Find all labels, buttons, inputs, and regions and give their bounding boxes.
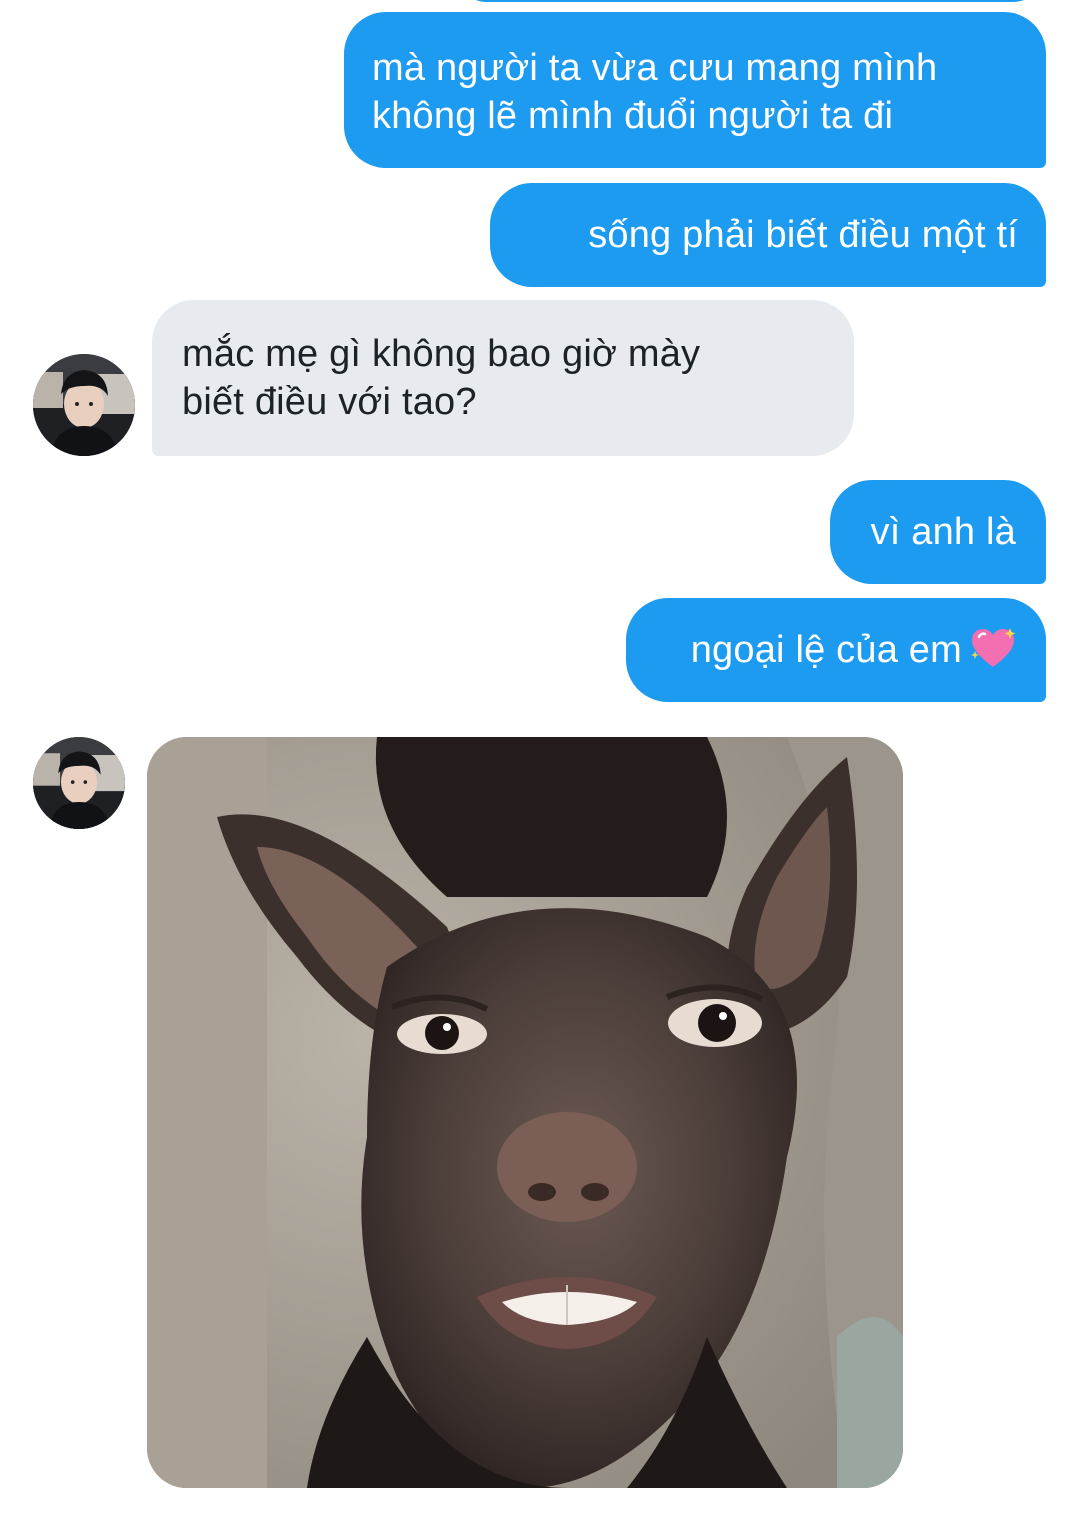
outgoing-message-bubble[interactable]: ngoại lệ của em — [626, 598, 1046, 702]
avatar-photo — [33, 354, 135, 456]
outgoing-message-bubble[interactable]: mà người ta vừa cưu mang mình không lẽ m… — [344, 12, 1046, 168]
contact-avatar[interactable] — [33, 737, 125, 829]
incoming-message-bubble[interactable]: mắc mẹ gì không bao giờ mày biết điều vớ… — [152, 300, 854, 456]
message-text-line: ngoại lệ của em — [654, 626, 1016, 674]
message-text-line: biết điều với tao? — [182, 381, 477, 423]
outgoing-message-bubble[interactable]: vì anh là — [830, 480, 1046, 584]
sparkling-heart-emoji — [970, 627, 1016, 669]
message-text-line: không lẽ mình đuổi người ta đi — [372, 95, 894, 137]
meme-image-message[interactable] — [147, 737, 903, 1488]
message-text-line: mắc mẹ gì không bao giờ mày — [182, 333, 701, 375]
message-text-line: mà người ta vừa cưu mang mình — [372, 47, 938, 89]
conversation-thread: mà người ta vừa cưu mang mình không lẽ m… — [0, 0, 1080, 1528]
message-text: ngoại lệ của em — [690, 629, 962, 671]
message-text-line: vì anh là — [870, 511, 1016, 553]
previous-outgoing-bubble[interactable] — [455, 0, 1045, 2]
outgoing-message-bubble[interactable]: sống phải biết điều một tí — [490, 183, 1046, 287]
meme-dog-human-face-image — [147, 737, 903, 1488]
avatar-photo — [33, 737, 125, 829]
contact-avatar[interactable] — [33, 354, 135, 456]
message-text-line: sống phải biết điều một tí — [588, 214, 1018, 256]
